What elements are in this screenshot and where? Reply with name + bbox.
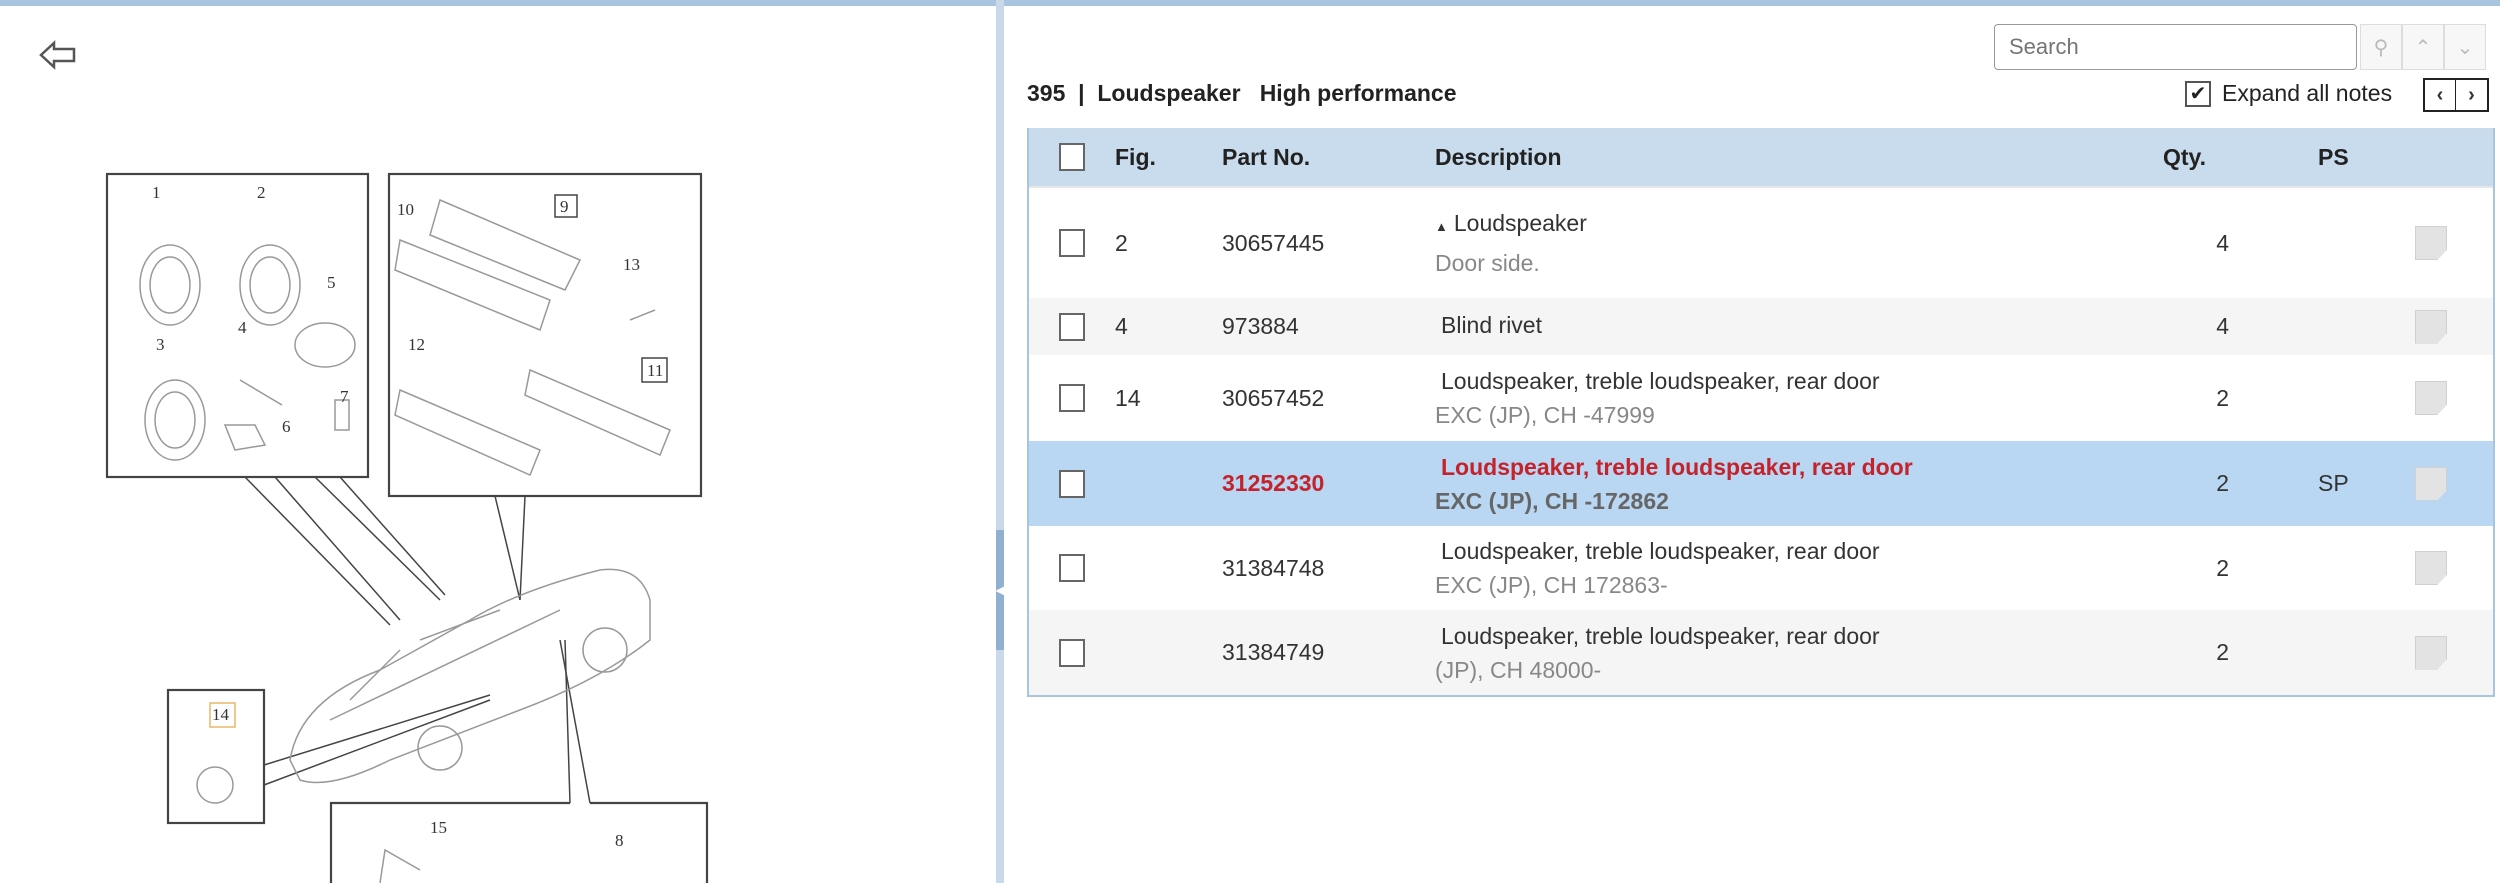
row-checkbox[interactable] <box>1059 638 1085 667</box>
ps: SP <box>2318 470 2349 496</box>
svg-text:4: 4 <box>238 318 247 337</box>
note-icon[interactable] <box>2415 381 2447 415</box>
col-qty[interactable]: Qty. <box>2163 144 2223 171</box>
svg-text:7: 7 <box>340 387 349 406</box>
prev-icon[interactable]: ‹ <box>2425 80 2456 110</box>
panel-splitter[interactable]: ◀ <box>995 0 1005 883</box>
col-ps[interactable]: PS <box>2318 144 2349 171</box>
table-header: Fig. Part No. Description Qty. PS <box>1029 128 2493 188</box>
note-icon[interactable] <box>2415 226 2447 260</box>
svg-text:2: 2 <box>257 183 266 202</box>
table-row[interactable]: 14 30657452 Loudspeaker, treble loudspea… <box>1029 355 2493 441</box>
description: ▲ Loudspeaker Door side. <box>1435 205 1587 281</box>
table-row[interactable]: 31384748 Loudspeaker, treble loudspeaker… <box>1029 526 2493 610</box>
illustration-panel: 123 456 789 10 11 12 13 14 15 <box>0 0 996 883</box>
description-main: Blind rivet <box>1435 310 1542 344</box>
svg-text:6: 6 <box>282 417 291 436</box>
select-all-checkbox[interactable] <box>1059 143 1085 171</box>
parts-list-panel: ⚲ ⌃ ⌄ 395 | Loudspeaker High performance… <box>1004 0 2500 883</box>
svg-text:13: 13 <box>623 255 640 274</box>
row-checkbox[interactable] <box>1059 312 1085 341</box>
table-row[interactable]: 31384749 Loudspeaker, treble loudspeaker… <box>1029 610 2493 695</box>
part-number[interactable]: 31384749 <box>1222 639 1324 666</box>
description: Blind rivet <box>1435 310 1542 344</box>
svg-text:10: 10 <box>397 200 414 219</box>
parts-diagram: 1 23 456 789 101112 131415 <box>105 172 709 883</box>
description-text: Blind rivet <box>1441 311 1542 338</box>
fig: 14 <box>1115 384 1141 411</box>
row-checkbox[interactable] <box>1059 469 1085 498</box>
svg-text:15: 15 <box>430 818 447 837</box>
description-text: Loudspeaker, treble loudspeaker, rear do… <box>1441 368 1880 394</box>
expander-icon[interactable]: ▲ <box>1435 219 1448 234</box>
part-number[interactable]: 31384748 <box>1222 555 1324 582</box>
row-checkbox[interactable] <box>1059 384 1085 412</box>
col-description[interactable]: Description <box>1435 142 1562 172</box>
search-icon[interactable]: ⚲ <box>2360 24 2402 70</box>
description: Loudspeaker, treble loudspeaker, rear do… <box>1435 366 1880 430</box>
chevron-up-icon[interactable]: ⌃ <box>2402 24 2444 70</box>
table-row[interactable]: 2 30657445 ▲ Loudspeaker Door side. 4 <box>1029 188 2493 298</box>
page-title: 395 | Loudspeaker High performance <box>1027 80 1457 106</box>
fig: 4 <box>1115 313 1128 339</box>
row-checkbox[interactable] <box>1059 229 1085 257</box>
note-icon[interactable] <box>2415 635 2447 670</box>
description-text: Loudspeaker, treble loudspeaker, rear do… <box>1441 622 1880 649</box>
collapse-handle[interactable]: ◀ <box>995 530 1005 650</box>
note-icon[interactable] <box>2415 466 2447 501</box>
part-number[interactable]: 973884 <box>1222 313 1299 340</box>
chevron-down-icon[interactable]: ⌄ <box>2444 24 2486 70</box>
description-text: Loudspeaker, treble loudspeaker, rear do… <box>1441 453 1913 480</box>
expand-all-checkbox[interactable]: ✔ <box>2185 80 2211 107</box>
qty: 4 <box>2216 313 2229 339</box>
col-fig[interactable]: Fig. <box>1115 144 1156 171</box>
description: Loudspeaker, treble loudspeaker, rear do… <box>1435 536 1880 600</box>
description-main: Loudspeaker, treble loudspeaker, rear do… <box>1435 452 1913 486</box>
description-text: Loudspeaker, treble loudspeaker, rear do… <box>1441 538 1880 564</box>
description: Loudspeaker, treble loudspeaker, rear do… <box>1435 452 1913 516</box>
qty: 2 <box>2216 639 2229 665</box>
fig: 2 <box>1115 229 1128 256</box>
col-part-no[interactable]: Part No. <box>1222 144 1310 171</box>
row-checkbox[interactable] <box>1059 554 1085 582</box>
search-input[interactable] <box>1994 24 2357 70</box>
qty: 2 <box>2216 384 2229 411</box>
table-row[interactable]: 4 973884 Blind rivet 4 <box>1029 298 2493 355</box>
part-number[interactable]: 30657452 <box>1222 385 1324 412</box>
qty: 2 <box>2216 470 2229 496</box>
svg-text:8: 8 <box>615 831 624 850</box>
parts-table: Fig. Part No. Description Qty. PS 2 3065… <box>1027 128 2495 697</box>
expand-all-notes[interactable]: ✔ Expand all notes <box>2185 80 2392 107</box>
description-main: ▲ Loudspeaker <box>1435 205 1587 245</box>
description-main: Loudspeaker, treble loudspeaker, rear do… <box>1435 536 1880 570</box>
part-number[interactable]: 31252330 <box>1222 470 1324 497</box>
description: Loudspeaker, treble loudspeaker, rear do… <box>1435 621 1880 685</box>
svg-text:5: 5 <box>327 273 336 292</box>
description-text: Loudspeaker <box>1453 210 1587 236</box>
description-note: EXC (JP), CH 172863- <box>1435 572 1668 598</box>
part-number[interactable]: 30657445 <box>1222 230 1324 257</box>
description-note: EXC (JP), CH -47999 <box>1435 402 1655 428</box>
svg-text:9: 9 <box>560 197 569 216</box>
description-note: (JP), CH 48000- <box>1435 656 1602 683</box>
description-note: Door side. <box>1435 250 1540 276</box>
svg-text:1: 1 <box>152 183 161 202</box>
expand-all-label: Expand all notes <box>2222 80 2393 106</box>
svg-text:14: 14 <box>212 705 230 724</box>
nav-buttons: ‹ › <box>2423 78 2489 112</box>
description-main: Loudspeaker, treble loudspeaker, rear do… <box>1435 621 1880 655</box>
description-note: EXC (JP), CH -172862 <box>1435 487 1669 514</box>
qty: 4 <box>2216 229 2229 256</box>
svg-text:11: 11 <box>647 361 663 380</box>
description-main: Loudspeaker, treble loudspeaker, rear do… <box>1435 366 1880 400</box>
svg-text:3: 3 <box>156 335 165 354</box>
next-icon[interactable]: › <box>2456 80 2487 110</box>
qty: 2 <box>2216 554 2229 581</box>
note-icon[interactable] <box>2415 551 2447 585</box>
svg-text:12: 12 <box>408 335 425 354</box>
table-row[interactable]: 31252330 Loudspeaker, treble loudspeaker… <box>1029 441 2493 526</box>
note-icon[interactable] <box>2415 309 2447 344</box>
